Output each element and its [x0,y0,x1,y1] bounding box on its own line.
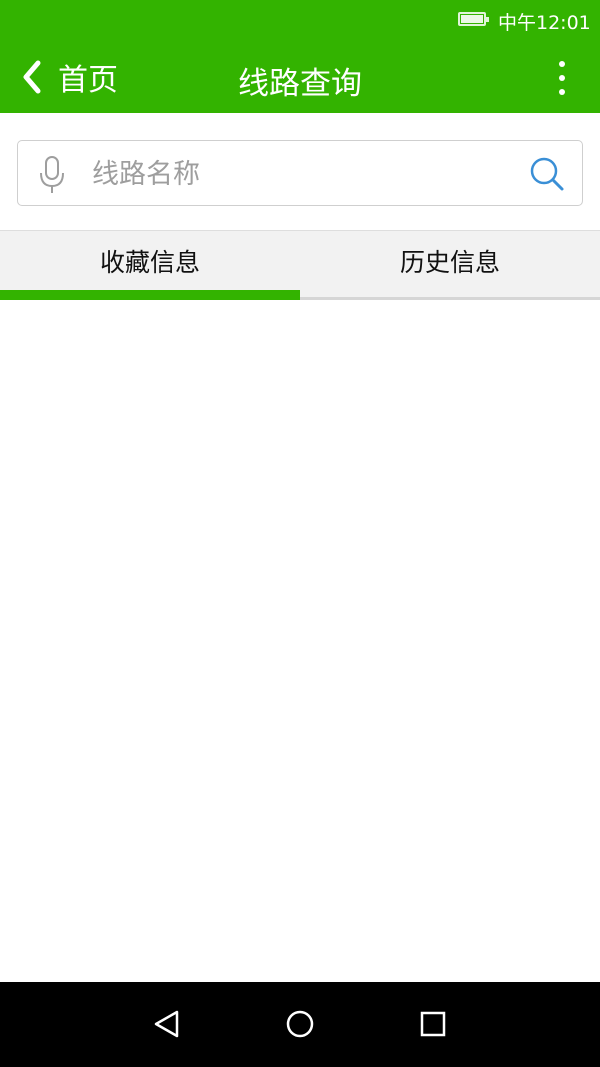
search-icon[interactable] [529,156,565,192]
content-area [0,300,600,982]
tab-label: 收藏信息 [99,247,200,277]
tab-history[interactable]: 历史信息 [300,231,600,300]
triangle-back-icon[interactable] [149,1006,185,1042]
circle-home-icon[interactable] [282,1006,318,1042]
system-nav-bar [0,982,600,1067]
page-title: 线路查询 [238,66,362,102]
toolbar: 首页 线路查询 [0,40,600,113]
search-input[interactable] [90,151,514,197]
square-recents-icon[interactable] [415,1006,451,1042]
tab-favorites[interactable]: 收藏信息 [0,231,300,300]
microphone-icon[interactable] [38,155,66,195]
tab-indicator [0,290,300,300]
status-time: 中午12:01 [498,12,591,34]
more-vertical-icon-dot [559,89,565,95]
more-vertical-icon [559,61,565,67]
status-bar: 中午12:01 [0,0,600,40]
search-box [17,140,583,206]
more-vertical-icon-dot [559,75,565,81]
battery-icon [458,12,489,26]
tab-label: 历史信息 [399,247,500,277]
tab-bar: 收藏信息 历史信息 [0,230,600,300]
more-options-button[interactable] [554,58,570,98]
